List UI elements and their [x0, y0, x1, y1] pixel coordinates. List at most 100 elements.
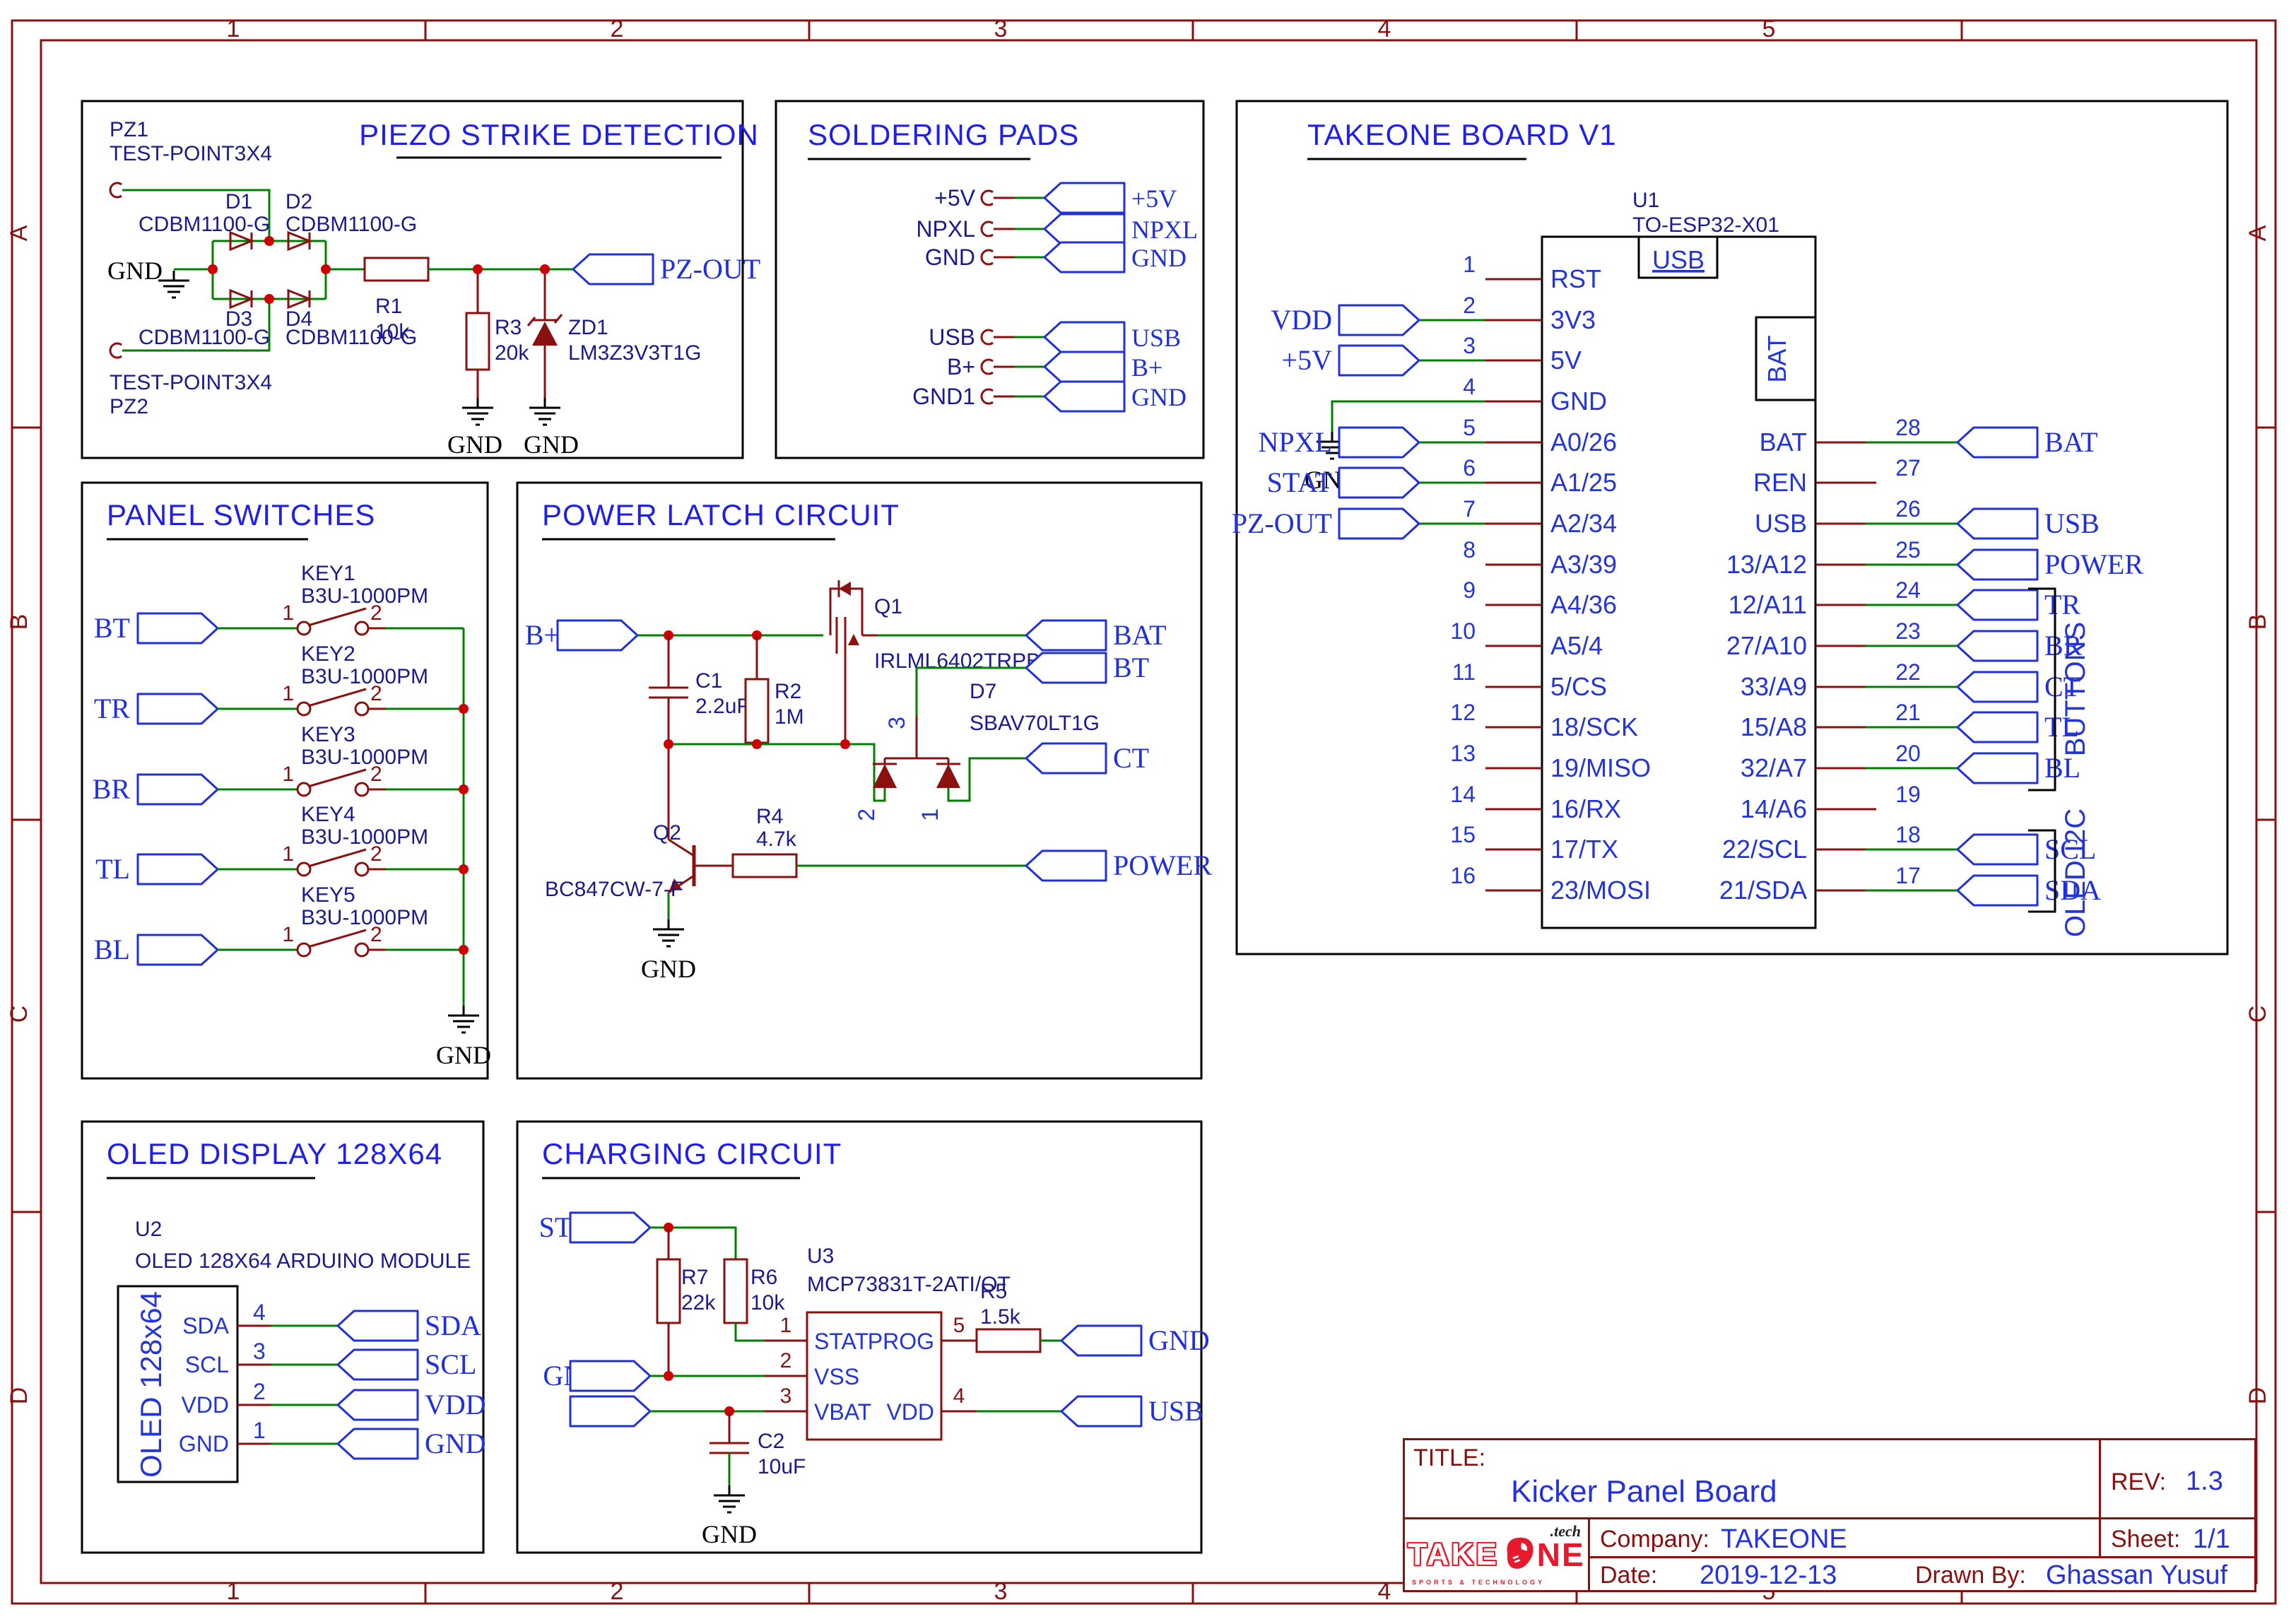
pad-pin[interactable] — [982, 250, 993, 264]
capacitor-c2[interactable] — [710, 1443, 749, 1453]
block-panel-switches: PANEL SWITCHES GND BT 1 2 KEY1 B3U-1000P… — [82, 483, 488, 1078]
switch-key3[interactable] — [298, 770, 368, 796]
pad-pin[interactable] — [982, 191, 993, 205]
net-flag[interactable] — [1044, 242, 1124, 272]
net-flag-vdd[interactable] — [1339, 305, 1419, 335]
block-title: PIEZO STRIKE DETECTION — [359, 118, 759, 151]
resistor-r1-value: 10k — [375, 320, 410, 343]
net-flag-gnd[interactable] — [570, 1361, 650, 1391]
ground-label: GND — [436, 1041, 491, 1069]
switch-pin-number: 1 — [282, 923, 294, 946]
resistor-r4[interactable] — [733, 854, 796, 877]
net-flag[interactable] — [1044, 352, 1124, 382]
net-flag-label: BAT — [2044, 426, 2098, 458]
switch-value: B3U-1000PM — [301, 825, 428, 849]
resistor-r7[interactable] — [657, 1259, 680, 1323]
switch-key5[interactable] — [298, 930, 368, 956]
frame-row-label: A — [2244, 225, 2271, 241]
resistor-r6[interactable] — [724, 1259, 747, 1323]
resistor-r5[interactable] — [977, 1329, 1040, 1352]
net-flag-bat[interactable] — [1958, 428, 2037, 457]
net-flag-sda[interactable] — [1958, 876, 2037, 905]
title-cell: TITLE: Kicker Panel Board — [1405, 1440, 2101, 1519]
resistor-r3-value: 20k — [495, 341, 529, 365]
switch-value: B3U-1000PM — [301, 584, 428, 608]
testpoint-pz2-pin[interactable] — [110, 343, 122, 358]
net-flag-usb[interactable] — [1958, 509, 2037, 539]
net-flag-ct[interactable] — [1026, 743, 1106, 773]
pad-pin[interactable] — [982, 330, 993, 344]
net-flag-bat[interactable] — [1026, 620, 1106, 650]
frame-col-label: 2 — [611, 1578, 624, 1605]
block-oled-display: OLED DISPLAY 128X64 U2 OLED 128X64 ARDUI… — [82, 1122, 483, 1553]
frame-row-label: A — [6, 225, 33, 241]
net-flag-stat[interactable] — [1339, 468, 1419, 498]
net-flag-usb[interactable] — [1061, 1396, 1141, 1426]
testpoint-pz1-pin[interactable] — [110, 183, 122, 197]
mosfet-q1[interactable] — [830, 580, 862, 654]
capacitor-c1[interactable] — [649, 688, 688, 698]
net-flag-power[interactable] — [1026, 851, 1106, 881]
net-flag[interactable] — [1044, 382, 1124, 411]
net-flag-label: POWER — [2044, 548, 2143, 580]
switch-key1[interactable] — [298, 608, 368, 635]
pad-pin[interactable] — [982, 360, 993, 374]
pad-pin[interactable] — [982, 222, 993, 236]
net-flag[interactable] — [1044, 183, 1124, 213]
switch-key2[interactable] — [298, 689, 368, 715]
net-flag-bl[interactable] — [1958, 753, 2037, 783]
net-flag-gnd[interactable] — [338, 1429, 418, 1459]
net-flag-bt[interactable] — [138, 613, 218, 643]
net-flag-br[interactable] — [138, 775, 218, 804]
resistor-r1[interactable] — [365, 258, 428, 281]
net-flag-power[interactable] — [1958, 550, 2037, 579]
zener-diode-zd1[interactable] — [528, 314, 562, 346]
u1-pin-number: 4 — [1463, 374, 1476, 399]
net-flag-scl[interactable] — [338, 1350, 418, 1379]
net-flag-5v[interactable] — [1339, 346, 1419, 375]
u1-pin-name: 16/RX — [1550, 794, 1621, 823]
pad-pin[interactable] — [982, 389, 993, 404]
net-flag-tl[interactable] — [1958, 712, 2037, 742]
switch-key4[interactable] — [298, 849, 368, 876]
u3-pin-name: PROG — [868, 1329, 934, 1354]
net-flag-scl[interactable] — [1958, 835, 2037, 864]
pad-pin-label: +5V — [934, 185, 975, 211]
net-flag-gnd[interactable] — [1061, 1326, 1141, 1355]
net-flag-bt[interactable] — [1026, 653, 1106, 683]
u1-pin-name: 5/CS — [1550, 672, 1607, 701]
u1-pin-number: 19 — [1895, 782, 1921, 807]
switch-pin-number: 1 — [282, 601, 294, 625]
company-value: TAKEONE — [1721, 1524, 1847, 1555]
zener-zd1-ref: ZD1 — [568, 316, 608, 339]
switch-value: B3U-1000PM — [301, 665, 428, 688]
date-cell: Date: 2019-12-13 Drawn By: Ghassan Yusuf — [1590, 1558, 2254, 1590]
net-flag-tr[interactable] — [138, 694, 218, 724]
net-flag-vdd[interactable] — [338, 1390, 418, 1420]
net-flag[interactable] — [1044, 214, 1124, 244]
net-flag-ct[interactable] — [1958, 672, 2037, 702]
u1-pin-name: A2/34 — [1550, 509, 1617, 538]
schematic-sheet: 1 2 3 4 5 1 2 3 4 5 A B C D A B C D PIEZ… — [0, 0, 2296, 1624]
net-flag-stat[interactable] — [570, 1213, 650, 1242]
u1-pin-number: 9 — [1463, 577, 1476, 603]
net-flag-label: PZ-OUT — [1232, 507, 1332, 539]
net-flag-pz-out[interactable] — [573, 254, 653, 284]
frame-row-label: C — [2244, 1006, 2271, 1023]
resistor-r2[interactable] — [746, 679, 768, 743]
net-flag-bplus[interactable] — [558, 620, 637, 650]
net-flag-npxl[interactable] — [1339, 428, 1419, 457]
net-flag-sda[interactable] — [338, 1311, 418, 1341]
u1-pin-name: 13/A12 — [1726, 550, 1807, 579]
net-flag-tr[interactable] — [1958, 590, 2037, 620]
net-flag[interactable] — [1044, 322, 1124, 352]
ground-label: GND — [107, 257, 163, 285]
net-flag-br[interactable] — [1958, 631, 2037, 661]
net-flag-bplus[interactable] — [570, 1396, 650, 1426]
net-flag-pz-out[interactable] — [1339, 509, 1419, 539]
net-flag-tl[interactable] — [138, 854, 218, 884]
net-flag-bl[interactable] — [138, 935, 218, 965]
resistor-r3[interactable] — [466, 313, 489, 370]
u1-pin-number: 23 — [1895, 618, 1921, 644]
u3-pin-name: STAT — [814, 1329, 869, 1354]
